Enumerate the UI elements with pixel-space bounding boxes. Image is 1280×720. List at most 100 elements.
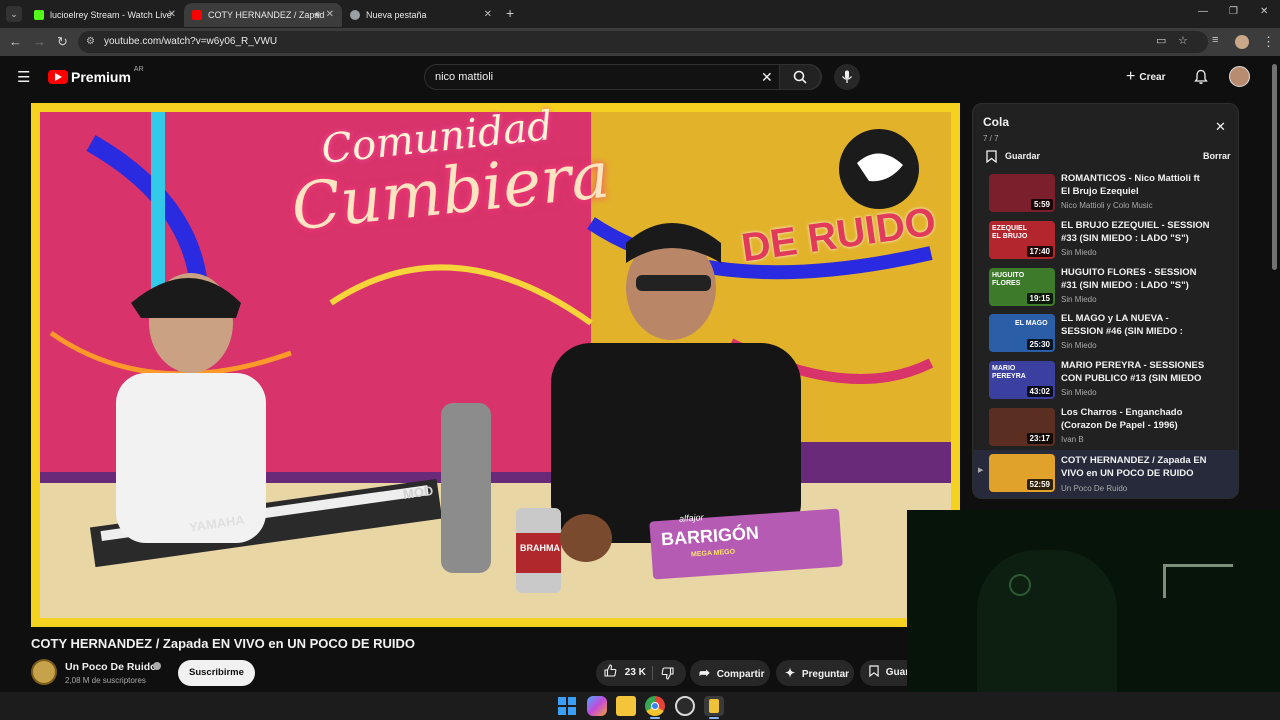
video-thumbnail: MARIO PEREYRA 43:02	[989, 361, 1055, 399]
queue-item[interactable]: MARIO PEREYRA 43:02 MARIO PEREYRA - SESSI…	[973, 359, 1238, 405]
restore-icon[interactable]: ❐	[1229, 6, 1238, 17]
share-button[interactable]: ➦ Compartir	[690, 660, 770, 686]
queue-item-title: Los Charros - Enganchado (Corazon De Pap…	[1061, 407, 1183, 431]
queue-item[interactable]: EL MAGO 25:30 EL MAGO y LA NUEVA - SESSIO…	[973, 312, 1238, 358]
obs-icon[interactable]	[675, 696, 695, 716]
youtube-play-logo-icon	[48, 70, 68, 84]
bookmark-icon	[869, 665, 879, 678]
cast-icon[interactable]: ▭	[1156, 34, 1166, 47]
like-count: 23 K	[624, 667, 646, 678]
queue-item-title: HUGUITO FLORES - SESSION #31 (SIN MIEDO …	[1061, 267, 1197, 291]
video-thumbnail: HUGUITO FLORES 19:15	[989, 268, 1055, 306]
thumbnail-text: MARIO PEREYRA	[992, 365, 1026, 380]
video-thumbnail: 23:17	[989, 408, 1055, 446]
close-window-icon[interactable]: ✕	[1260, 6, 1268, 17]
page-scrollbar[interactable]	[1272, 64, 1277, 270]
save-video-button[interactable]: Guar	[860, 660, 907, 686]
can-label: BRAHMA	[520, 543, 560, 553]
chrome-icon[interactable]	[645, 696, 665, 716]
site-info-icon[interactable]: ⚙	[86, 31, 95, 53]
back-icon[interactable]: ←	[9, 34, 22, 49]
queue-item-title: MARIO PEREYRA - SESSIONES CON PUBLICO #1…	[1061, 360, 1205, 384]
search-input[interactable]: nico mattioli	[435, 71, 493, 83]
duration-badge: 43:02	[1026, 386, 1053, 397]
ask-button[interactable]: ✦ Preguntar	[776, 660, 854, 686]
subscribe-button[interactable]: Suscribirme	[178, 660, 255, 686]
queue-item[interactable]: 5:59 ROMANTICOS - Nico Mattioli ft El Br…	[973, 172, 1238, 218]
copilot-icon[interactable]	[587, 696, 607, 716]
queue-title: Cola	[983, 115, 1010, 129]
reload-icon[interactable]: ↻	[57, 34, 68, 50]
youtube-logo[interactable]: Premium AR	[48, 65, 144, 86]
save-queue-button[interactable]: Guardar	[986, 148, 1040, 164]
queue-item-title: EL BRUJO EZEQUIEL - SESSION #33 (SIN MIE…	[1061, 220, 1210, 244]
tab-title: lucioelrey Stream - Watch Live	[50, 10, 172, 20]
ask-label: Preguntar	[801, 669, 850, 680]
queue-item-channel: Sin Miedo	[1061, 341, 1097, 350]
new-tab-button[interactable]: +	[506, 5, 514, 21]
duration-badge: 25:30	[1026, 339, 1053, 350]
channel-avatar[interactable]	[31, 659, 57, 685]
close-queue-icon[interactable]: ✕	[1215, 119, 1226, 135]
share-icon: ➦	[699, 665, 710, 680]
thumbnail-text: HUGUITO FLORES	[992, 272, 1025, 287]
thumbnail-text: EZEQUIEL EL BRUJO	[992, 225, 1028, 240]
profile-avatar[interactable]	[1235, 35, 1249, 49]
tab-search-icon[interactable]: ⌄	[6, 6, 22, 22]
video-thumbnail: EZEQUIEL EL BRUJO 17:40	[989, 221, 1055, 259]
bookmark-star-icon[interactable]: ☆	[1178, 34, 1188, 47]
duration-badge: 23:17	[1026, 433, 1053, 444]
close-tab-icon[interactable]: ✕	[326, 9, 334, 20]
tab-youtube[interactable]: COTY HERNANDEZ / Zapad 🔊︎ ✕	[184, 3, 342, 27]
file-explorer-icon[interactable]	[616, 696, 636, 716]
queue-item-channel: Ivan B	[1061, 435, 1084, 444]
forward-icon[interactable]: →	[33, 34, 46, 49]
premium-label: Premium	[71, 69, 131, 85]
queue-item[interactable]: EZEQUIEL EL BRUJO 17:40 EL BRUJO EZEQUIEL…	[973, 219, 1238, 265]
duration-badge: 5:59	[1030, 199, 1053, 210]
url-field[interactable]: ⚙ youtube.com/watch?v=w6y06_R_VWU	[78, 31, 1208, 53]
now-playing-icon: ▶	[978, 467, 984, 474]
sparkle-icon: ✦	[785, 666, 796, 680]
app-icon[interactable]	[704, 696, 724, 716]
video-thumbnail: EL MAGO 25:30	[989, 314, 1055, 352]
clear-queue-button[interactable]: Borrar	[1203, 151, 1231, 161]
voice-search-button[interactable]	[834, 64, 860, 90]
active-app-indicator	[709, 717, 719, 719]
region-code: AR	[133, 65, 144, 73]
minimize-icon[interactable]: —	[1198, 6, 1208, 17]
video-player[interactable]: Comunidad Cumbiera DE RUIDO YAMAHA MOD B…	[31, 103, 960, 627]
queue-item-channel: Sin Miedo	[1061, 295, 1097, 304]
close-tab-icon[interactable]: ✕	[168, 9, 176, 20]
browser-menu-icon[interactable]: ⋮	[1262, 34, 1275, 50]
queue-item[interactable]: HUGUITO FLORES 19:15 HUGUITO FLORES - SES…	[973, 266, 1238, 312]
queue-item-channel: Nico Mattioli y Colo Music	[1061, 201, 1153, 210]
clear-search-icon[interactable]: ✕	[761, 69, 773, 86]
notifications-bell-icon[interactable]	[1193, 69, 1209, 85]
verified-icon	[153, 662, 161, 670]
audio-playing-icon[interactable]: 🔊︎	[314, 9, 320, 20]
browser-tab-bar: ⌄ lucioelrey Stream - Watch Live ✕ COTY …	[0, 0, 1280, 28]
tab-title: Nueva pestaña	[366, 10, 427, 20]
media-control-icon[interactable]: ≡	[1212, 34, 1218, 46]
tab-new[interactable]: Nueva pestaña ✕	[342, 3, 500, 27]
channel-name[interactable]: Un Poco De Ruido	[65, 661, 157, 673]
windows-start-icon[interactable]	[557, 696, 577, 716]
search-button[interactable]	[779, 64, 821, 90]
youtube-header: ☰ Premium AR nico mattioli ✕ + Crear	[0, 56, 1280, 100]
queue-item[interactable]: 23:17 Los Charros - Enganchado (Corazon …	[973, 406, 1238, 452]
hamburger-menu-icon[interactable]: ☰	[17, 68, 30, 86]
thumbs-down-icon[interactable]	[661, 667, 674, 680]
account-avatar[interactable]	[1229, 66, 1250, 87]
queue-item-current[interactable]: ▶ 52:59 COTY HERNANDEZ / Zapada EN VIVO …	[973, 450, 1238, 498]
close-tab-icon[interactable]: ✕	[484, 9, 492, 20]
queue-item-title: EL MAGO y LA NUEVA - SESSION #46 (SIN MI…	[1061, 313, 1183, 337]
duration-badge: 19:15	[1026, 293, 1053, 304]
tab-kick[interactable]: lucioelrey Stream - Watch Live ✕	[26, 3, 184, 27]
duration-badge: 52:59	[1026, 479, 1053, 490]
duration-badge: 17:40	[1026, 246, 1053, 257]
create-button[interactable]: + Crear	[1126, 66, 1165, 88]
like-button[interactable]: 23 K	[604, 660, 646, 686]
queue-item-title: ROMANTICOS - Nico Mattioli ft El Brujo E…	[1061, 173, 1200, 197]
queue-panel: Cola 7 / 7 ✕ Guardar Borrar 5:59 ROMANTI…	[972, 103, 1239, 499]
